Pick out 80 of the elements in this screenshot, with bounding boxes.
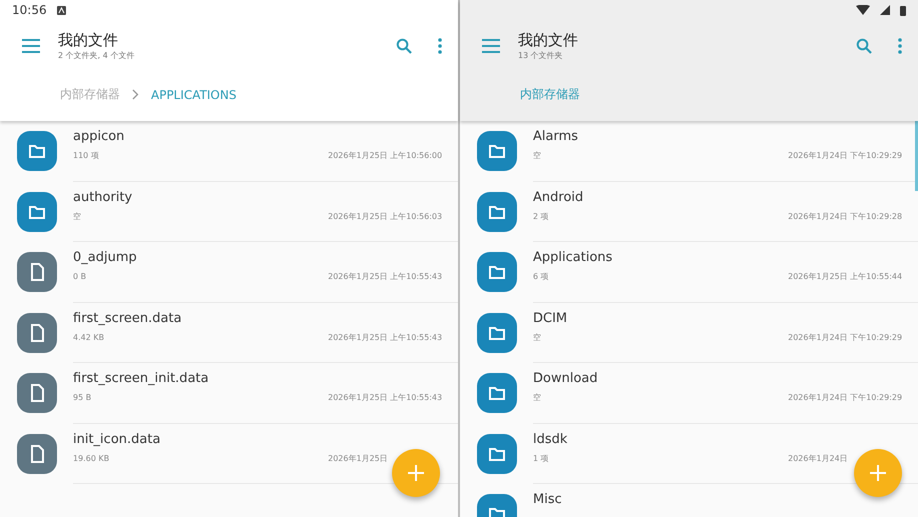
plus-icon (869, 464, 887, 482)
file-row[interactable]: first_screen_init.data 95 B 2026年1月25日 上午10:55:43 (0, 363, 458, 424)
file-detail: 6 项 (533, 271, 549, 282)
status-time: 10:56 (12, 3, 47, 17)
folder-icon (488, 324, 506, 340)
file-name: ldsdk (533, 432, 568, 446)
notification-icon (56, 6, 66, 14)
modified-date: 2026年1月25日 上午10:55:43 (328, 392, 442, 403)
file-name: Android (533, 190, 584, 204)
modified-date: 2026年1月25日 上午10:56:00 (328, 150, 442, 161)
scrollbar (915, 121, 918, 191)
modified-date: 2026年1月24日 下午10:29:28 (788, 210, 902, 222)
signal-icon (880, 5, 890, 15)
menu-button[interactable] (482, 39, 500, 53)
more-options-button[interactable] (438, 38, 442, 54)
modified-date: 2026年1月24日 (788, 452, 848, 464)
file-row[interactable]: Android 2 项 2026年1月24日 下午10:29:28 (460, 182, 918, 242)
modified-date: 2026年1月24日 下午10:29:29 (788, 392, 902, 403)
file-detail: 2 项 (533, 210, 549, 222)
app-title: 我的文件 (518, 31, 579, 50)
folder-icon (28, 204, 46, 220)
file-row[interactable]: authority 空 2026年1月25日 上午10:56:03 (0, 182, 458, 242)
file-name: appicon (73, 129, 124, 144)
file-detail: 空 (533, 150, 541, 161)
add-button[interactable] (392, 449, 440, 497)
folder-summary: 2 个文件夹, 4 个文件 (58, 50, 136, 61)
file-name: Applications (533, 250, 612, 265)
file-name: first_screen.data (73, 310, 182, 326)
file-row[interactable]: 0_adjump 0 B 2026年1月25日 上午10:55:43 (0, 242, 458, 302)
modified-date: 2026年1月25日 上午10:55:43 (328, 332, 442, 342)
file-row[interactable]: first_screen.data 4.42 KB 2026年1月25日 上午10:55:43 (0, 302, 458, 363)
plus-icon (407, 464, 425, 482)
file-name: init_icon.data (73, 432, 160, 446)
menu-button[interactable] (22, 39, 40, 53)
app-title: 我的文件 (58, 31, 119, 50)
file-name: 0_adjump (73, 250, 137, 265)
file-detail: 19.60 KB (73, 454, 110, 462)
modified-date: 2026年1月24日 下午10:29:29 (788, 332, 902, 342)
chevron-icon (132, 89, 139, 100)
file-row[interactable]: Download 空 2026年1月24日 下午10:29:29 (460, 363, 918, 424)
folder-icon (488, 446, 506, 462)
file-row[interactable]: Alarms 空 2026年1月24日 下午10:29:29 (460, 121, 918, 182)
file-detail: 1 项 (533, 452, 549, 464)
file-icon (30, 324, 44, 342)
file-name: Download (533, 371, 598, 386)
modified-date: 2026年1月25日 上午10:56:03 (328, 210, 442, 222)
modified-date: 2026年1月25日 上午10:55:44 (788, 271, 902, 282)
modified-date: 2026年1月25日 (328, 452, 388, 464)
wifi-icon (856, 5, 870, 15)
file-name: first_screen_init.data (73, 371, 209, 386)
folder-icon (488, 204, 506, 220)
file-name: Alarms (533, 129, 578, 144)
search-button[interactable] (396, 38, 412, 54)
file-name: DCIM (533, 310, 568, 326)
file-row[interactable]: appicon 110 项 2026年1月25日 上午10:56:00 (0, 121, 458, 182)
file-icon (30, 384, 44, 402)
file-detail: 110 项 (73, 150, 99, 161)
file-name: Misc (533, 492, 562, 507)
file-name: authority (73, 190, 132, 204)
folder-icon (488, 385, 506, 401)
add-button[interactable] (854, 449, 902, 497)
folder-icon (488, 264, 506, 280)
search-button[interactable] (856, 38, 872, 54)
file-detail: 4.42 KB (73, 332, 104, 342)
modified-date: 2026年1月25日 上午10:55:43 (328, 271, 442, 282)
file-icon (30, 263, 44, 281)
folder-summary: 13 个文件夹 (518, 50, 564, 61)
file-detail: 95 B (73, 393, 92, 402)
file-detail: 空 (533, 392, 541, 403)
more-options-button[interactable] (898, 38, 902, 54)
file-row[interactable]: Applications 6 项 2026年1月25日 上午10:55:44 (460, 242, 918, 302)
file-icon (30, 444, 44, 462)
modified-date: 2026年1月24日 下午10:29:29 (788, 150, 902, 161)
folder-icon (28, 143, 46, 159)
battery-icon (900, 4, 906, 16)
folder-icon (488, 143, 506, 159)
file-detail: 空 (73, 210, 81, 222)
file-detail: 空 (533, 332, 541, 342)
file-detail: 0 B (73, 272, 86, 281)
file-row[interactable]: DCIM 空 2026年1月24日 下午10:29:29 (460, 302, 918, 363)
